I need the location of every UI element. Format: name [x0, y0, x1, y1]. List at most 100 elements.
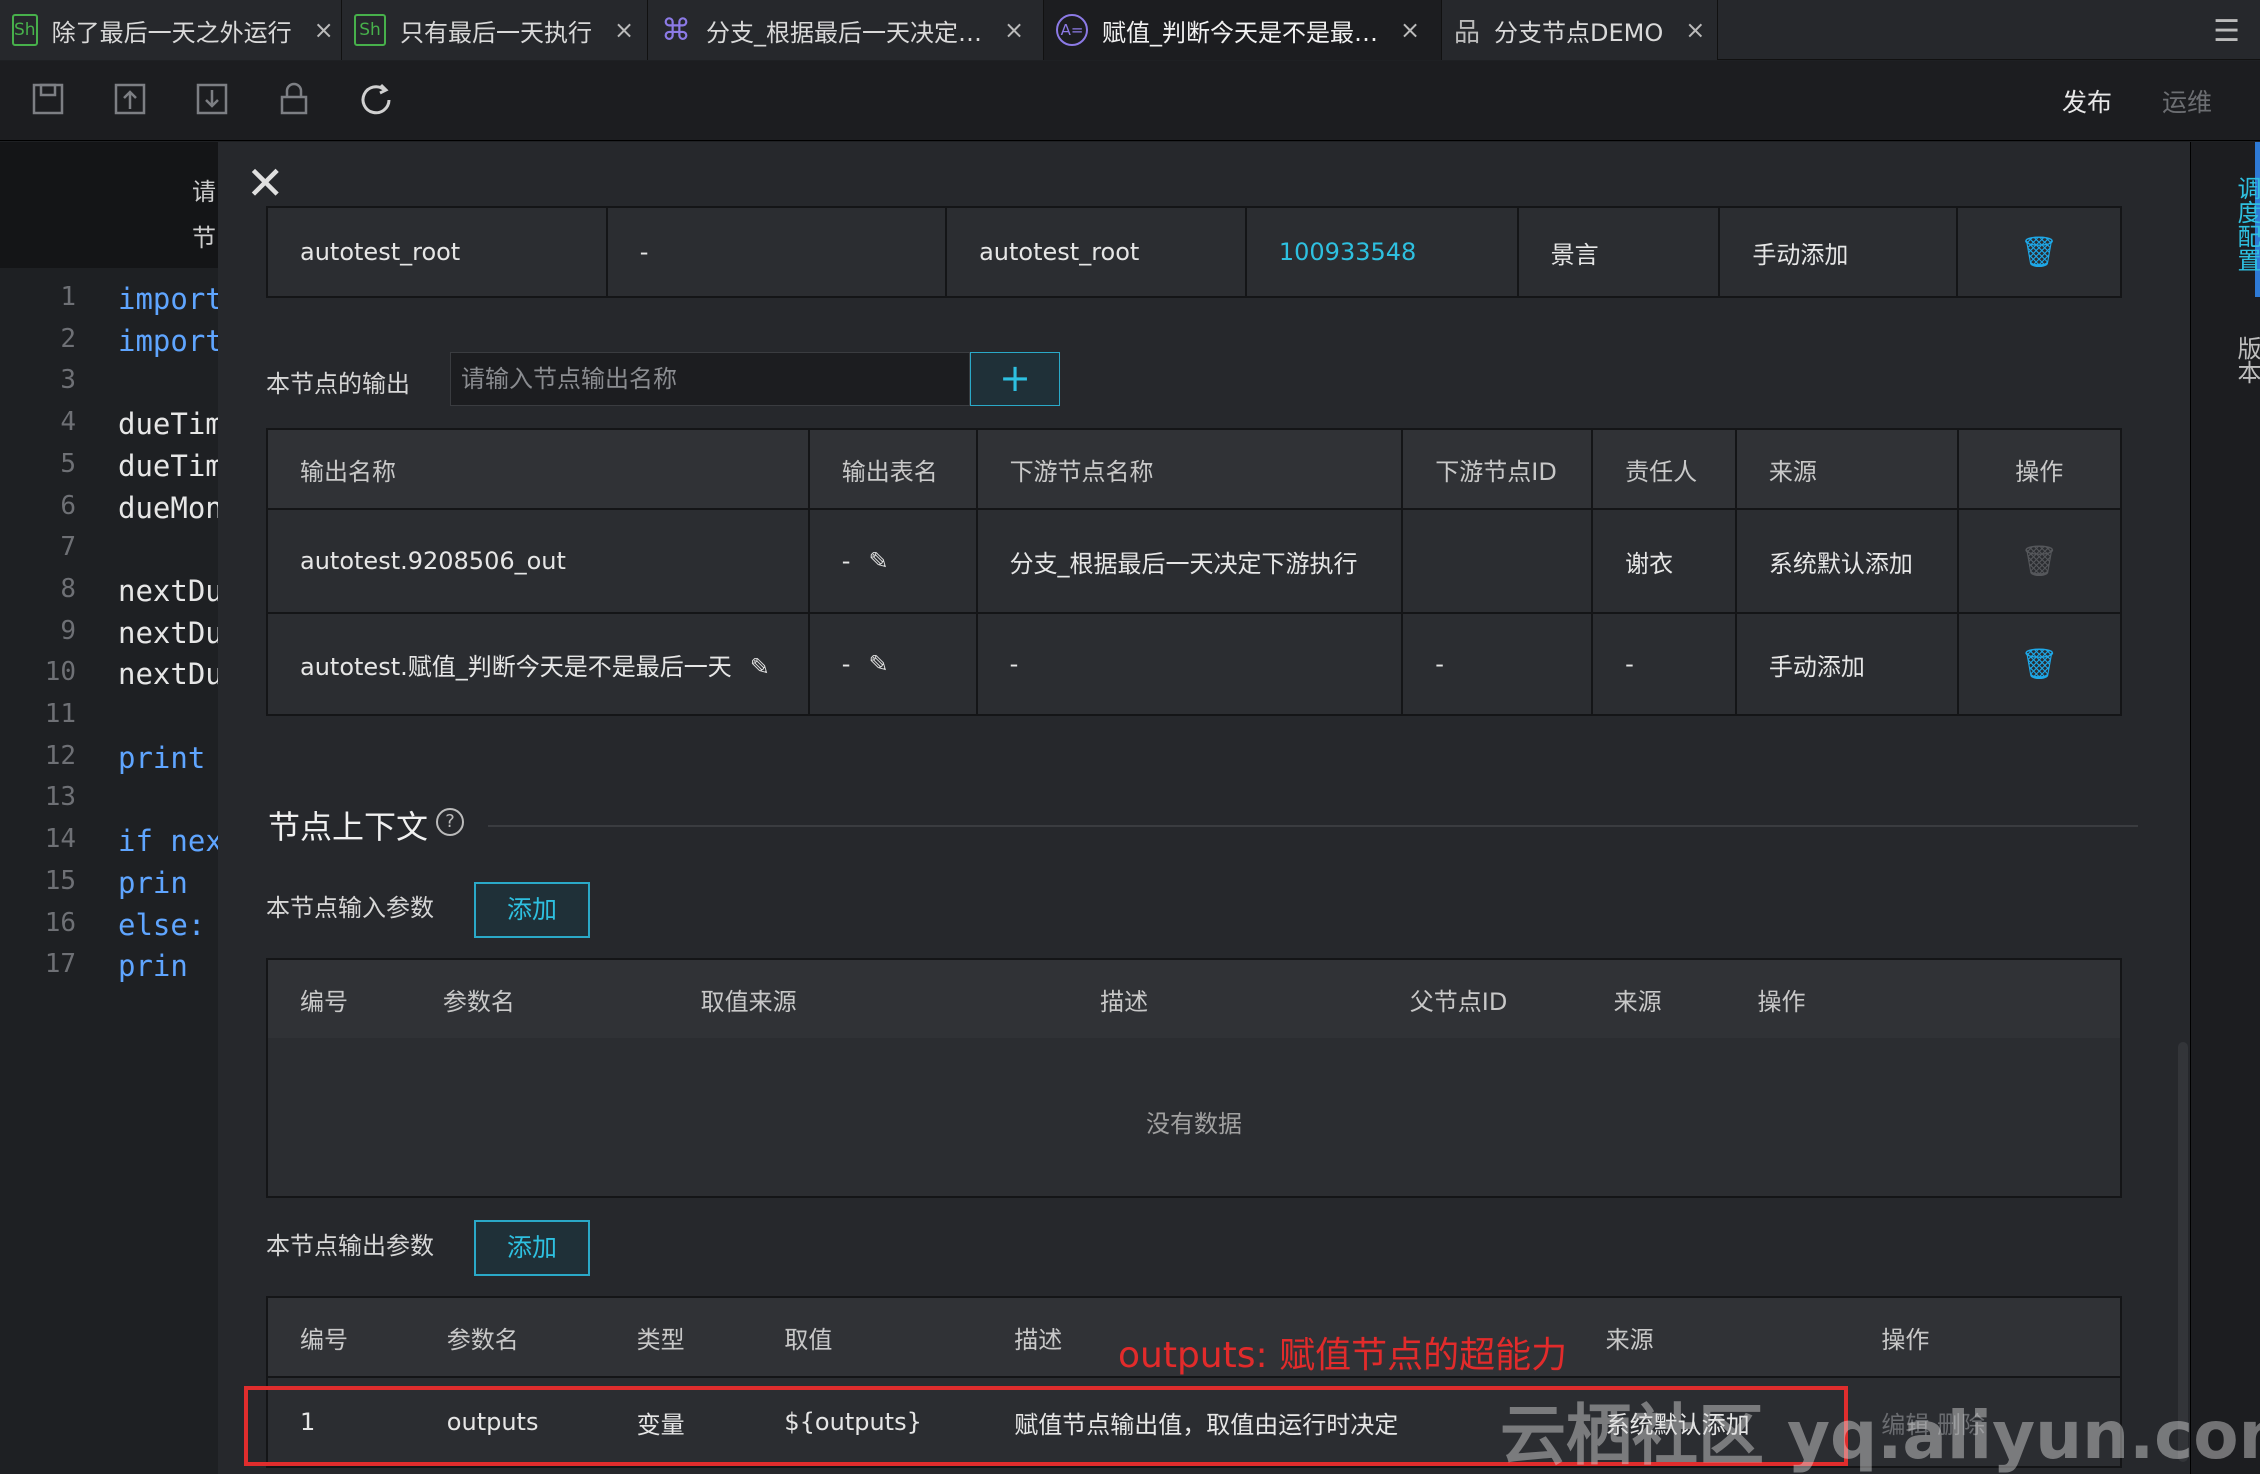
cell: autotest.赋值_判断今天是不是最后一天 ✎ — [266, 612, 810, 716]
cell: 谢衣 — [1591, 508, 1737, 614]
close-icon[interactable]: × — [1004, 16, 1024, 44]
hint-line: 节 — [192, 224, 216, 252]
tab-5[interactable]: 品 分支节点DEMO × — [1442, 0, 1718, 60]
divider — [488, 825, 2138, 827]
branch-icon: ⌘ — [661, 12, 691, 48]
edit-icon[interactable]: ✎ — [868, 650, 888, 678]
column-header: 取值 — [752, 1296, 983, 1378]
line-number: 4 — [60, 407, 76, 438]
code-line: nextDu — [118, 657, 223, 692]
right-sidebar: 调度配置 版本 — [2190, 142, 2260, 1474]
table-header: 输出名称 输出表名 下游节点名称 下游节点ID 责任人 来源 操作 — [266, 428, 2123, 510]
submit-icon[interactable] — [110, 81, 150, 121]
close-icon[interactable]: × — [1685, 16, 1705, 44]
add-output-button[interactable]: + — [970, 352, 1060, 406]
tab-label: 除了最后一天之外运行 — [51, 18, 292, 47]
column-header: 编号 — [266, 958, 411, 1040]
tab-label: 赋值_判断今天是不是最… — [1102, 18, 1378, 47]
input-table: autotest_root - autotest_root 100933548 … — [266, 206, 2122, 298]
output-name-input[interactable]: 请输入节点输出名称 — [450, 352, 970, 406]
line-number: 11 — [44, 699, 76, 729]
tab-2[interactable]: Sh 只有最后一天执行 × — [342, 0, 648, 60]
tab-label: 分支节点DEMO — [1494, 18, 1664, 47]
lock-icon[interactable] — [274, 81, 314, 121]
cell: - — [975, 612, 1404, 716]
line-number: 14 — [44, 824, 76, 855]
edit-icon[interactable]: ✎ — [750, 653, 770, 681]
tab-1[interactable]: Sh 除了最后一天之外运行 × — [0, 0, 342, 60]
annotation-text: outputs: 赋值节点的超能力 — [1118, 1335, 1568, 1376]
toolbar: 发布 运维 — [0, 61, 2260, 141]
delete-icon[interactable]: 🗑 — [2020, 647, 2058, 682]
cell: 景言 — [1516, 206, 1721, 298]
code-line: import — [118, 282, 223, 316]
node-id-link[interactable]: 100933548 — [1244, 206, 1519, 298]
code-line: prin — [118, 865, 188, 900]
line-number: 15 — [44, 865, 76, 896]
cell: autotest_root — [945, 206, 1247, 298]
code-line: else: — [118, 907, 206, 942]
code-line: dueMon — [118, 490, 223, 525]
save-icon[interactable] — [28, 81, 68, 121]
tab-3[interactable]: ⌘ 分支_根据最后一天决定… × — [648, 0, 1044, 60]
close-icon[interactable]: × — [1400, 16, 1420, 44]
line-number: 1 — [60, 282, 76, 312]
help-icon[interactable]: ? — [436, 808, 464, 836]
column-header: 描述 — [1068, 958, 1378, 1040]
column-header: 类型 — [604, 1296, 753, 1378]
table-header: 编号 参数名 取值来源 描述 父节点ID 来源 操作 — [266, 958, 2122, 1040]
column-header: 操作 — [1956, 428, 2123, 510]
code-line: import — [118, 323, 223, 358]
code-line: print — [118, 740, 206, 775]
refresh-icon[interactable] — [356, 81, 396, 121]
close-icon[interactable]: × — [314, 16, 334, 44]
cell: 🗑 — [1956, 508, 2123, 614]
column-header: 输出表名 — [807, 428, 978, 510]
close-icon[interactable]: ✕ — [246, 160, 285, 206]
code-line: dueTim — [118, 407, 223, 442]
cell: - — [1591, 612, 1737, 716]
column-header: 操作 — [1849, 1296, 2122, 1378]
close-icon[interactable]: × — [614, 16, 634, 44]
tab-label: 只有最后一天执行 — [400, 18, 592, 47]
code-line: nextDu — [118, 573, 223, 608]
publish-button[interactable]: 发布 — [2062, 83, 2112, 119]
cell — [1401, 508, 1594, 614]
column-header: 参数名 — [410, 958, 669, 1040]
cell: - ✎ — [807, 508, 978, 614]
node-output-label: 本节点的输出 — [266, 370, 410, 398]
config-panel: ✕ autotest_root - autotest_root 10093354… — [218, 142, 2190, 1474]
section-title: 节点上下文 — [268, 808, 429, 846]
cell: 分支_根据最后一天决定下游执行 — [975, 508, 1404, 614]
cell-text: - — [841, 650, 851, 678]
ops-button[interactable]: 运维 — [2162, 83, 2212, 119]
shell-icon: Sh — [12, 14, 38, 46]
code-editor[interactable]: 请 节 1 2 3 4 5 6 7 8 9 10 11 12 13 14 15 16 17 import impo… — [0, 142, 223, 1474]
column-header: 输出名称 — [266, 428, 810, 510]
edit-icon[interactable]: ✎ — [868, 547, 888, 575]
tab-4[interactable]: A= 赋值_判断今天是不是最… × — [1044, 0, 1442, 60]
add-output-param-button[interactable]: 添加 — [474, 1220, 590, 1276]
sidebar-item-version[interactable]: 版本 — [2191, 330, 2260, 390]
table-row: autotest_root - autotest_root 100933548 … — [266, 206, 2122, 298]
shell-icon: Sh — [354, 14, 386, 46]
input-params-label: 本节点输入参数 — [266, 894, 434, 922]
menu-icon[interactable]: ☰ — [2213, 14, 2240, 49]
sidebar-item-schedule[interactable]: 调度配置 — [2191, 164, 2260, 284]
download-icon[interactable] — [192, 81, 232, 121]
add-input-param-button[interactable]: 添加 — [474, 882, 590, 938]
line-number: 8 — [60, 573, 76, 604]
delete-icon[interactable]: 🗑 — [2020, 235, 2058, 270]
empty-text: 没有数据 — [1146, 1110, 1242, 1138]
column-header: 责任人 — [1591, 428, 1737, 510]
input-params-table: 编号 参数名 取值来源 描述 父节点ID 来源 操作 — [266, 958, 2122, 1040]
cell: autotest.9208506_out — [266, 508, 810, 614]
editor-hint: 请 节 — [0, 142, 218, 268]
cell: autotest_root — [266, 206, 608, 298]
cell: - — [1401, 612, 1594, 716]
line-number: 3 — [60, 365, 76, 396]
output-params-label: 本节点输出参数 — [266, 1232, 434, 1260]
column-header: 取值来源 — [668, 958, 1069, 1040]
hint-line: 请 — [192, 178, 216, 206]
cell: 🗑 — [1956, 206, 2122, 298]
